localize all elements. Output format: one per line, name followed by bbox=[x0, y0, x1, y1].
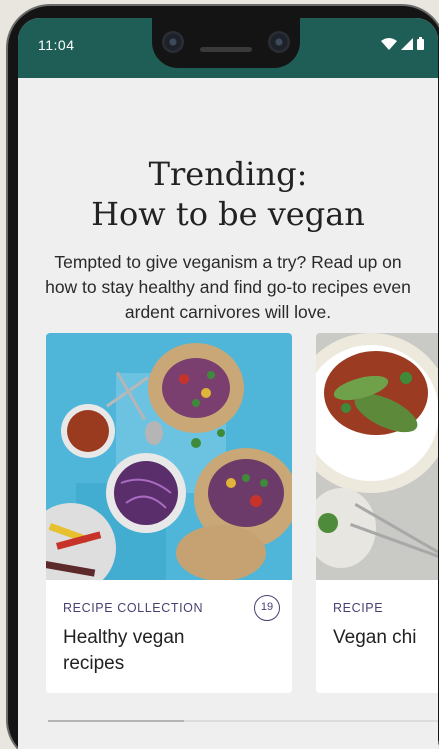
tacos-food-image bbox=[46, 333, 292, 580]
title-line-1: Trending: bbox=[148, 155, 308, 193]
page-subtitle: Tempted to give veganism a try? Read up … bbox=[45, 252, 411, 322]
page-title: Trending: How to be vegan bbox=[18, 154, 438, 234]
camera-notch bbox=[152, 18, 300, 68]
main-content: Trending: How to be vegan Tempted to giv… bbox=[18, 78, 438, 749]
battery-icon bbox=[417, 37, 424, 55]
recipe-collection-card[interactable]: RECIPE COLLECTION 19 Healthy vegan recip… bbox=[46, 333, 292, 693]
card-category-label: RECIPE bbox=[333, 601, 384, 615]
status-time: 11:04 bbox=[38, 37, 75, 53]
recipe-count-badge: 19 bbox=[254, 595, 280, 621]
phone-screen: 11:04 Trending: How to be vegan Tempted … bbox=[18, 18, 438, 749]
speaker-grille bbox=[200, 47, 252, 52]
carousel-scroll-thumb[interactable] bbox=[48, 720, 184, 722]
card-title-text: Healthy vegan recipes bbox=[63, 627, 185, 674]
signal-icon bbox=[401, 37, 413, 55]
chilli-food-image bbox=[316, 333, 438, 580]
card-title: Healthy vegan recipes bbox=[63, 625, 263, 677]
carousel-scrollbar[interactable] bbox=[48, 720, 438, 722]
front-camera-icon bbox=[162, 31, 184, 53]
status-icons bbox=[381, 37, 424, 55]
wifi-icon bbox=[381, 37, 397, 55]
card-title: Vegan chi bbox=[333, 627, 417, 648]
card-category-label: RECIPE COLLECTION bbox=[63, 601, 204, 615]
title-line-2: How to be vegan bbox=[91, 195, 365, 233]
recipe-card[interactable]: RECIPE Vegan chi bbox=[316, 333, 438, 693]
front-camera-icon bbox=[268, 31, 290, 53]
